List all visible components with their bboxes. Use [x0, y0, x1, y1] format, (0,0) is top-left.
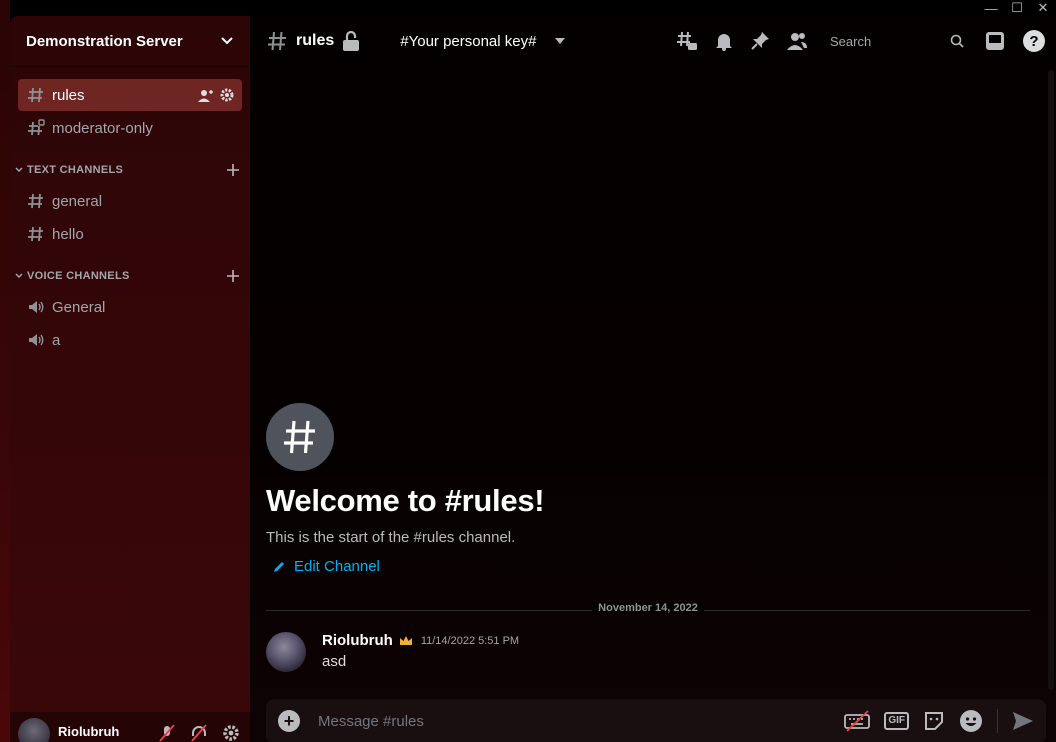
gear-icon[interactable]: [220, 88, 234, 102]
emoji-icon[interactable]: [959, 709, 983, 733]
maximize-button[interactable]: ☐: [1004, 0, 1030, 16]
inbox-icon[interactable]: [984, 30, 1006, 52]
message-composer[interactable]: + Message #rules GIF: [266, 699, 1046, 742]
welcome-subtitle: This is the start of the #rules channel.: [266, 529, 516, 546]
channel-label: moderator-only: [52, 119, 153, 137]
server-header[interactable]: Demonstration Server: [10, 16, 250, 66]
channel-moderator-only[interactable]: moderator-only: [18, 112, 242, 144]
search-placeholder: Search: [830, 33, 872, 49]
username: Riolubruh: [58, 723, 120, 739]
divider-date: November 14, 2022: [592, 602, 704, 614]
pencil-icon: [274, 561, 284, 572]
user-panel: Riolubruh: [10, 712, 250, 742]
bell-icon[interactable]: [714, 31, 734, 51]
attach-plus-icon[interactable]: +: [278, 710, 300, 732]
channel-hello[interactable]: hello: [18, 218, 242, 250]
channel-label: general: [52, 192, 103, 210]
channel-header: rules #Your personal key# Search ?: [250, 16, 1056, 66]
channel-title: rules: [266, 30, 360, 52]
svg-text:?: ?: [1029, 33, 1038, 50]
personal-key-label: #Your personal key#: [400, 32, 537, 50]
hash-icon: [268, 31, 286, 51]
channel-name: rules: [296, 32, 335, 49]
message-author[interactable]: Riolubruh: [322, 632, 393, 649]
search-input[interactable]: Search: [824, 29, 968, 53]
add-channel-icon[interactable]: [226, 163, 240, 177]
close-button[interactable]: ✕: [1030, 0, 1056, 16]
send-icon[interactable]: [1012, 711, 1034, 731]
channel-list: rules moderator-only TEXT CHANNELS gener…: [10, 66, 250, 356]
scrollbar[interactable]: [1048, 70, 1054, 690]
hash-icon: [26, 224, 46, 244]
personal-key-dropdown[interactable]: #Your personal key#: [400, 33, 566, 50]
window-controls: — ☐ ✕: [978, 0, 1056, 16]
minimize-button[interactable]: —: [978, 0, 1004, 16]
gif-button[interactable]: GIF: [884, 712, 909, 730]
deafen-icon[interactable]: [190, 724, 208, 742]
hash-icon: [26, 191, 46, 211]
channel-label: hello: [52, 225, 84, 243]
speaker-icon: [26, 297, 46, 317]
category-title: TEXT CHANNELS: [27, 164, 124, 176]
channel-label: a: [52, 331, 61, 349]
mute-mic-icon[interactable]: [158, 724, 176, 742]
crown-icon: [399, 635, 412, 645]
invite-icon[interactable]: [198, 88, 214, 102]
threads-icon[interactable]: [676, 30, 698, 52]
message-avatar[interactable]: [266, 632, 306, 672]
category-voice-channels[interactable]: VOICE CHANNELS: [10, 262, 250, 290]
message-timestamp: 11/14/2022 5:51 PM: [420, 634, 520, 647]
sticker-icon[interactable]: [923, 710, 945, 732]
guild-strip: [0, 0, 10, 742]
add-channel-icon[interactable]: [226, 269, 240, 283]
chevron-down-icon: [15, 273, 23, 279]
category-title: VOICE CHANNELS: [27, 270, 130, 282]
channel-rules[interactable]: rules: [18, 79, 242, 111]
edit-channel-label: Edit Channel: [294, 558, 380, 575]
composer-placeholder: Message #rules: [318, 712, 424, 730]
unlock-icon: [343, 30, 360, 51]
chat-area: rules #Your personal key# Search ? Welco…: [250, 16, 1056, 742]
welcome-title: Welcome to #rules!: [266, 483, 545, 518]
server-name: Demonstration Server: [26, 32, 183, 50]
edit-channel-link[interactable]: Edit Channel: [266, 558, 544, 575]
channel-hash-icon: [266, 403, 334, 471]
channel-label: rules: [52, 86, 85, 104]
channel-general[interactable]: general: [18, 185, 242, 217]
help-icon[interactable]: ?: [1022, 29, 1046, 53]
hash-lock-icon: [26, 118, 46, 138]
category-text-channels[interactable]: TEXT CHANNELS: [10, 156, 250, 184]
channel-label: General: [52, 298, 106, 316]
speaker-icon: [26, 330, 46, 350]
search-icon: [950, 34, 964, 48]
user-settings-gear-icon[interactable]: [222, 724, 240, 742]
avatar[interactable]: [18, 718, 50, 742]
toolbar-separator: [997, 709, 998, 733]
hash-icon: [26, 85, 46, 105]
pin-icon[interactable]: [750, 31, 770, 51]
keyboard-disabled-icon[interactable]: [844, 710, 871, 732]
voice-channel-general[interactable]: General: [18, 291, 242, 323]
voice-channel-a[interactable]: a: [18, 324, 242, 356]
caret-down-icon: [555, 38, 566, 44]
message-text: asd: [322, 653, 347, 670]
message[interactable]: Riolubruh 11/14/2022 5:51 PM asd: [266, 632, 519, 672]
channel-sidebar: Demonstration Server rules moderator-onl…: [10, 16, 250, 742]
channel-welcome: Welcome to #rules! This is the start of …: [266, 403, 545, 575]
member-list-icon[interactable]: [786, 31, 808, 51]
date-divider: November 14, 2022: [266, 602, 1030, 614]
chevron-down-icon: [221, 37, 233, 45]
chevron-down-icon: [15, 167, 23, 173]
